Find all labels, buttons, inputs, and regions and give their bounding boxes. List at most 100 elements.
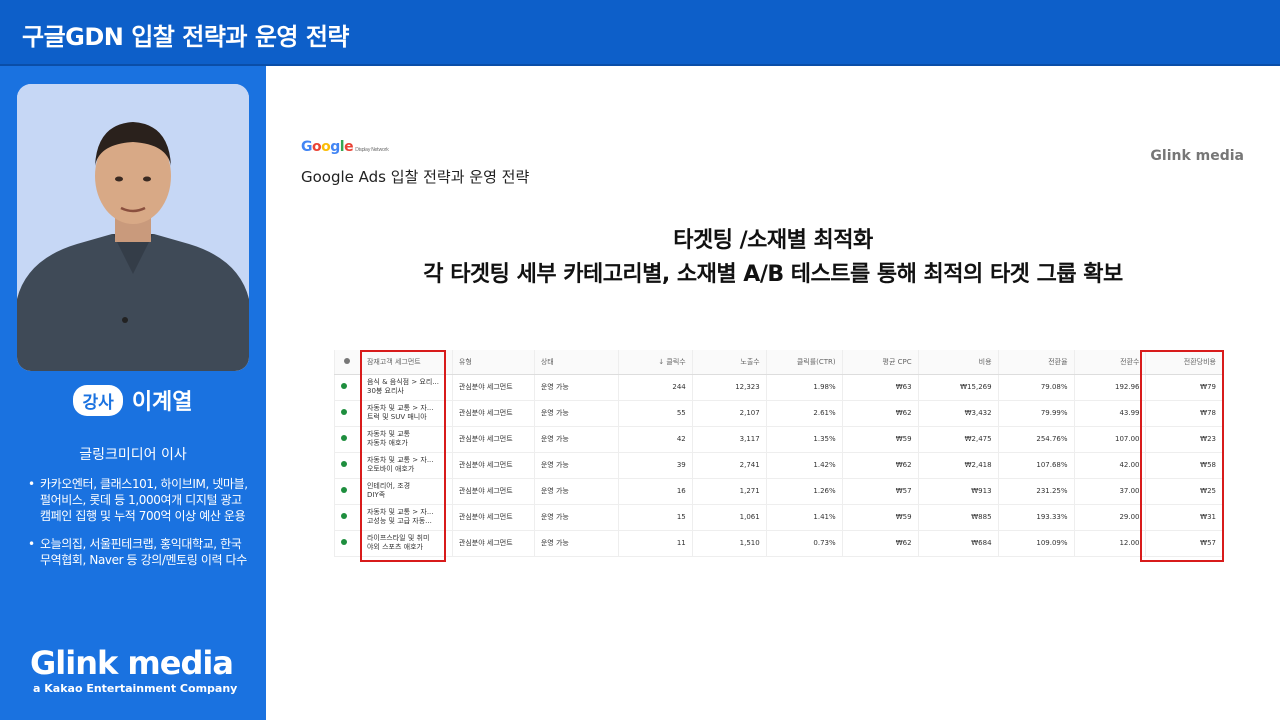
ctr-cell: 0.73% — [765, 530, 843, 557]
col-header-conv-rate[interactable]: 전환율 — [997, 350, 1075, 375]
impressions-cell: 2,741 — [691, 452, 767, 479]
avg-cpc-cell: ₩62 — [841, 400, 919, 427]
row-status-cell — [334, 426, 361, 453]
conv-rate-cell: 109.09% — [997, 530, 1075, 557]
row-status-cell — [334, 530, 361, 557]
col-header-type[interactable]: 유형 — [451, 350, 535, 375]
speaker-role: 글링크미디어 이사 — [79, 447, 187, 463]
table-row[interactable]: 자동차 및 교통 자동차 애호가 관심분야 세그먼트 운영 가능 42 3,117… — [334, 426, 1222, 453]
glink-media-logo-subtitle: a Kakao Entertainment Company — [33, 682, 238, 695]
slide-heading-primary: 타겟팅 /소재별 최적화 — [673, 228, 873, 253]
presentation-slide: Google Display Network Google Ads 입찰 전략과 … — [266, 66, 1280, 720]
col-header-cost[interactable]: 비용 — [917, 350, 999, 375]
career-item: 오늘의집, 서울핀테크랩, 홍익대학교, 한국무역협회, Naver 등 강의/… — [28, 536, 248, 568]
clicks-cell: 55 — [617, 400, 693, 427]
cost-cell: ₩684 — [917, 530, 999, 557]
table-row[interactable]: 자동차 및 교통 > 자... 고성능 및 고급 자동... 관심분야 세그먼트 … — [334, 504, 1222, 531]
conv-rate-cell: 254.76% — [997, 426, 1075, 453]
table-row[interactable]: 음식 & 음식점 > 요리... 30봉 요리사 관심분야 세그먼트 운영 가능 … — [334, 374, 1222, 401]
clicks-cell: 15 — [617, 504, 693, 531]
row-status-cell — [334, 400, 361, 427]
conversions-cell: 192.96 — [1073, 374, 1146, 401]
segment-column-highlight — [360, 350, 446, 562]
cost-per-conversion-column-highlight — [1140, 350, 1224, 562]
row-status-cell — [334, 374, 361, 401]
ctr-cell: 1.41% — [765, 504, 843, 531]
type-cell: 관심분야 세그먼트 — [451, 374, 535, 401]
conv-rate-cell: 79.99% — [997, 400, 1075, 427]
conversions-cell: 37.00 — [1073, 478, 1146, 505]
avg-cpc-cell: ₩62 — [841, 530, 919, 557]
impressions-cell: 3,117 — [691, 426, 767, 453]
conversions-cell: 29.00 — [1073, 504, 1146, 531]
avg-cpc-cell: ₩62 — [841, 452, 919, 479]
instructor-badge: 강사 — [73, 384, 123, 416]
ctr-cell: 2.61% — [765, 400, 843, 427]
status-dot-icon — [341, 539, 347, 545]
slide-subtitle: Google Ads 입찰 전략과 운영 전략 — [301, 168, 530, 186]
speaker-photo — [17, 84, 249, 371]
status-dot-icon — [341, 513, 347, 519]
impressions-cell: 12,323 — [691, 374, 767, 401]
status-cell: 운영 가능 — [533, 400, 619, 427]
impressions-cell: 1,510 — [691, 530, 767, 557]
status-dot-icon — [341, 461, 347, 467]
impressions-cell: 1,061 — [691, 504, 767, 531]
ctr-cell: 1.42% — [765, 452, 843, 479]
impressions-cell: 1,271 — [691, 478, 767, 505]
table-row[interactable]: 라이프스타일 및 취미 야외 스포츠 애호가 관심분야 세그먼트 운영 가능 11… — [334, 530, 1222, 557]
col-header-impressions[interactable]: 노출수 — [691, 350, 767, 375]
col-header-status[interactable]: 상태 — [533, 350, 619, 375]
conv-rate-cell: 79.08% — [997, 374, 1075, 401]
cost-cell: ₩15,269 — [917, 374, 999, 401]
conversions-cell: 12.00 — [1073, 530, 1146, 557]
google-logo-subtitle: Display Network — [355, 147, 389, 153]
col-header-clicks[interactable]: ↓ 클릭수 — [617, 350, 693, 375]
col-header-ctr[interactable]: 클릭률(CTR) — [765, 350, 843, 375]
cost-cell: ₩2,418 — [917, 452, 999, 479]
conversions-cell: 42.00 — [1073, 452, 1146, 479]
cost-cell: ₩3,432 — [917, 400, 999, 427]
slide-watermark-logo: Glink media — [1150, 148, 1244, 164]
type-cell: 관심분야 세그먼트 — [451, 400, 535, 427]
status-cell: 운영 가능 — [533, 452, 619, 479]
status-cell: 운영 가능 — [533, 530, 619, 557]
avg-cpc-cell: ₩59 — [841, 426, 919, 453]
status-dot-icon — [341, 435, 347, 441]
clicks-cell: 244 — [617, 374, 693, 401]
col-header-avg-cpc[interactable]: 평균 CPC — [841, 350, 919, 375]
audience-segment-table: 잠재고객 세그먼트 유형 상태 ↓ 클릭수 노출수 클릭률(CTR) 평균 CP… — [334, 350, 1222, 557]
google-display-network-logo: Google Display Network — [301, 139, 389, 155]
type-cell: 관심분야 세그먼트 — [451, 452, 535, 479]
speaker-name-row: 강사 이계열 — [0, 384, 266, 416]
avg-cpc-cell: ₩59 — [841, 504, 919, 531]
cost-cell: ₩2,475 — [917, 426, 999, 453]
row-status-cell — [334, 452, 361, 479]
status-cell: 운영 가능 — [533, 374, 619, 401]
speaker-sidebar: 강사 이계열 글링크미디어 이사 카카오엔터, 클래스101, 하이브IM, 넷… — [0, 66, 266, 720]
glink-media-logo: Glink media — [30, 644, 234, 682]
cost-cell: ₩885 — [917, 504, 999, 531]
table-row[interactable]: 자동차 및 교통 > 자... 트럭 및 SUV 매니아 관심분야 세그먼트 운영… — [334, 400, 1222, 427]
career-item: 카카오엔터, 클래스101, 하이브IM, 넷마블, 펄어비스, 롯데 등 1,… — [28, 476, 248, 524]
type-cell: 관심분야 세그먼트 — [451, 530, 535, 557]
lecture-title: 구글GDN 입찰 전략과 운영 전략 — [22, 23, 350, 51]
type-cell: 관심분야 세그먼트 — [451, 478, 535, 505]
conversions-cell: 107.00 — [1073, 426, 1146, 453]
avg-cpc-cell: ₩57 — [841, 478, 919, 505]
conv-rate-cell: 231.25% — [997, 478, 1075, 505]
conversions-cell: 43.99 — [1073, 400, 1146, 427]
table-row[interactable]: 인테리어, 조경 DIY족 관심분야 세그먼트 운영 가능 16 1,271 1.… — [334, 478, 1222, 505]
row-status-cell — [334, 478, 361, 505]
conv-rate-cell: 107.68% — [997, 452, 1075, 479]
speaker-name: 이계열 — [131, 390, 193, 415]
table-header-row: 잠재고객 세그먼트 유형 상태 ↓ 클릭수 노출수 클릭률(CTR) 평균 CP… — [334, 350, 1222, 375]
speaker-portrait-illustration — [17, 84, 249, 371]
table-row[interactable]: 자동차 및 교통 > 자... 오토바이 애호가 관심분야 세그먼트 운영 가능 … — [334, 452, 1222, 479]
cost-cell: ₩913 — [917, 478, 999, 505]
col-header-conversions[interactable]: 전환수 — [1073, 350, 1146, 375]
clicks-cell: 11 — [617, 530, 693, 557]
status-dot-icon — [344, 357, 351, 364]
status-cell: 운영 가능 — [533, 426, 619, 453]
status-dot-icon — [341, 383, 347, 389]
